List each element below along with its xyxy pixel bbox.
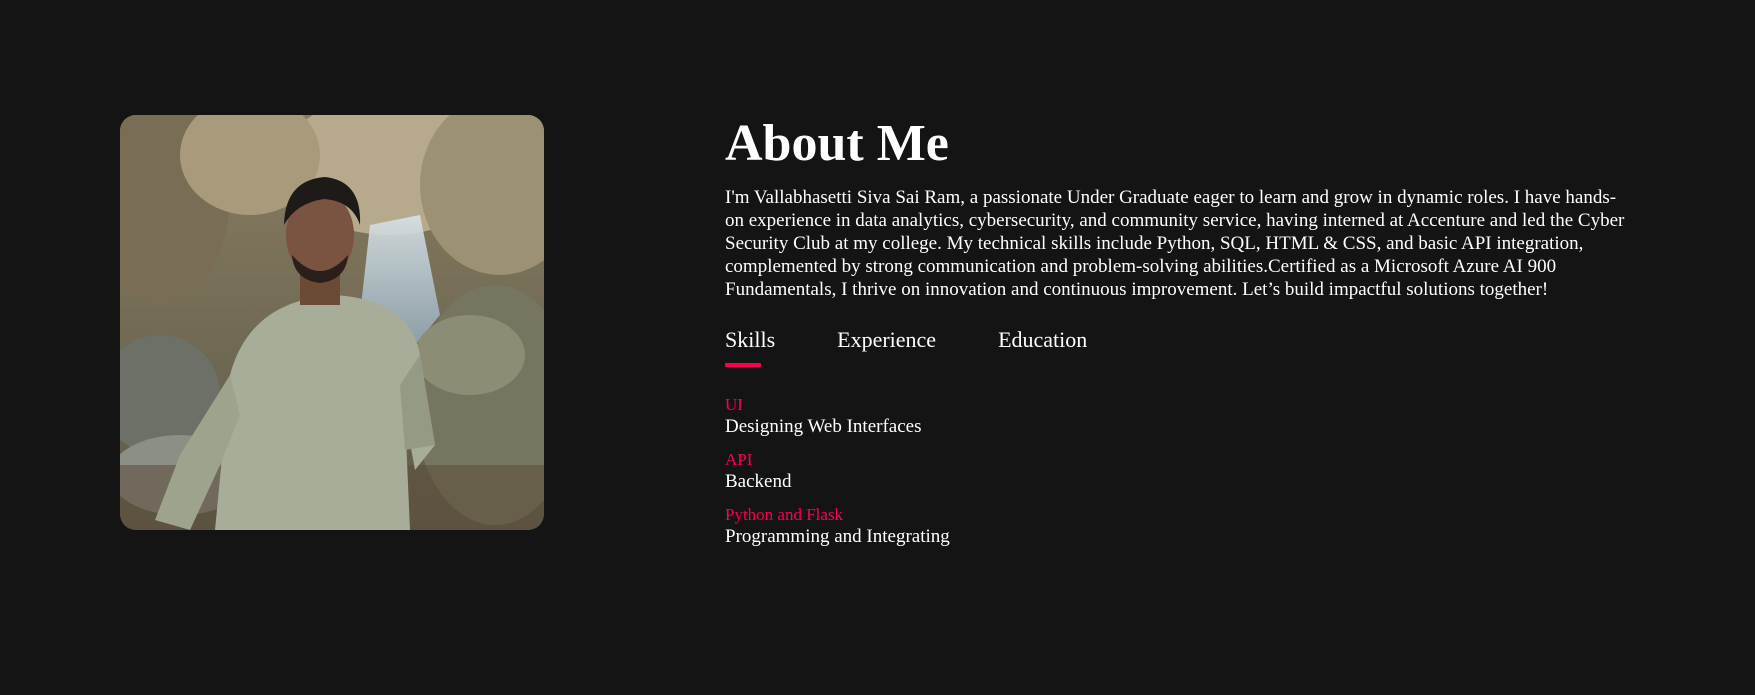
- list-item: Python and Flask Programming and Integra…: [725, 505, 1635, 548]
- list-item: UI Designing Web Interfaces: [725, 395, 1635, 438]
- tab-experience[interactable]: Experience: [837, 327, 936, 361]
- list-item: API Backend: [725, 450, 1635, 493]
- bio-paragraph: I'm Vallabhasetti Siva Sai Ram, a passio…: [725, 187, 1625, 300]
- about-section: About Me I'm Vallabhasetti Siva Sai Ram,…: [0, 0, 1755, 695]
- skill-name: API: [725, 450, 753, 469]
- skill-name: UI: [725, 395, 743, 414]
- tab-education[interactable]: Education: [998, 327, 1087, 361]
- skills-list: UI Designing Web Interfaces API Backend …: [725, 395, 1635, 548]
- skill-description: Backend: [725, 471, 792, 492]
- skill-description: Programming and Integrating: [725, 526, 950, 547]
- profile-photo: [120, 115, 544, 530]
- about-content: About Me I'm Vallabhasetti Siva Sai Ram,…: [725, 112, 1635, 560]
- tab-skills[interactable]: Skills: [725, 327, 775, 367]
- page-title: About Me: [725, 115, 949, 172]
- skill-name: Python and Flask: [725, 505, 844, 524]
- skill-description: Designing Web Interfaces: [725, 416, 922, 437]
- tab-bar: Skills Experience Education: [725, 327, 1635, 367]
